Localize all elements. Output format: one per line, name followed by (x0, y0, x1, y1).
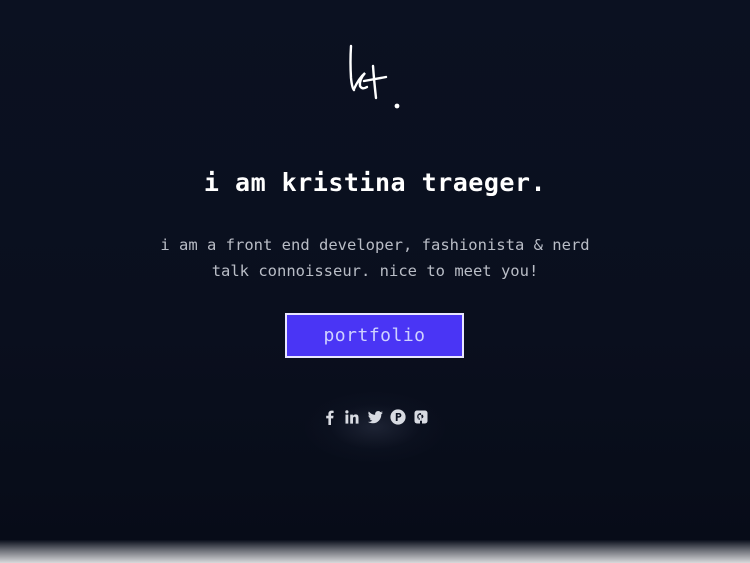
portfolio-button[interactable]: portfolio (285, 313, 464, 358)
facebook-icon[interactable] (321, 409, 338, 426)
linkedin-icon[interactable] (344, 409, 361, 426)
github-icon[interactable] (413, 409, 430, 426)
twitter-icon[interactable] (367, 409, 384, 426)
social-links (318, 404, 432, 430)
producthunt-icon[interactable] (390, 409, 407, 426)
tagline: i am a front end developer, fashionista … (160, 236, 590, 280)
page-title: i am kristina traeger. (203, 168, 547, 197)
bottom-fade (0, 540, 750, 563)
signature-logo-icon[interactable] (345, 40, 405, 112)
